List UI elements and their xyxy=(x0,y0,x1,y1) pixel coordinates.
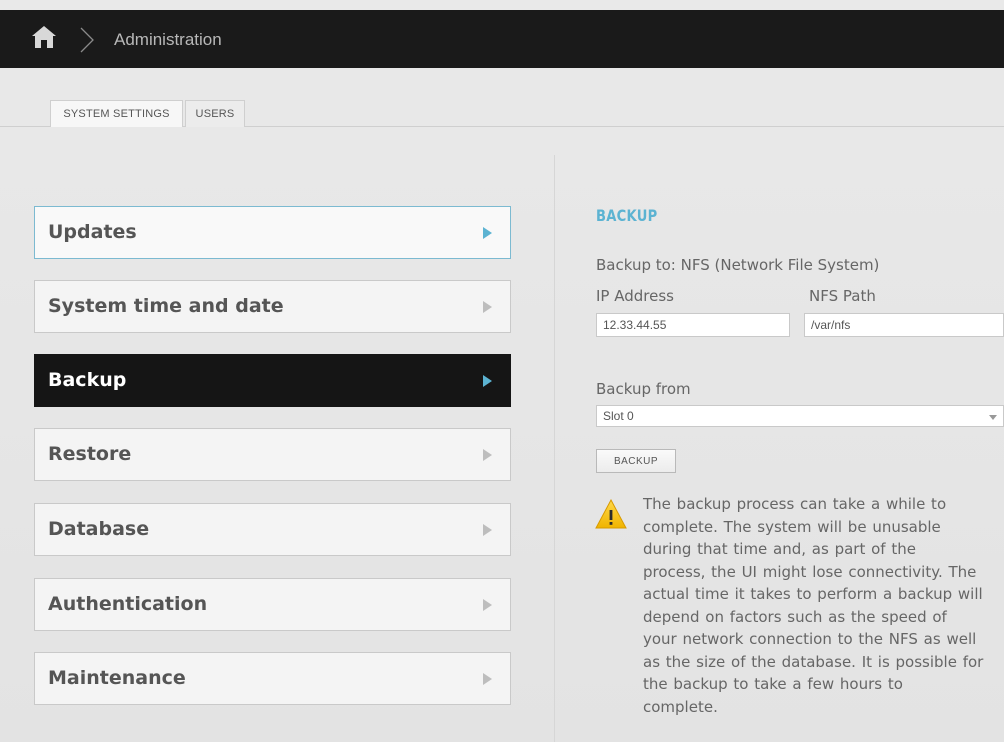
nfs-path-label: NFS Path xyxy=(809,287,876,305)
chevron-down-icon[interactable] xyxy=(989,415,997,420)
chevron-right-icon xyxy=(483,673,492,685)
menu-item-label: Database xyxy=(48,518,150,540)
tab-users[interactable]: USERS xyxy=(185,100,245,127)
menu-item-maintenance[interactable]: Maintenance xyxy=(34,652,511,705)
warning-line: process, the UI might lose connectivity.… xyxy=(643,562,977,581)
ip-address-input[interactable]: 12.33.44.55 xyxy=(596,313,790,337)
backup-destination-text: Backup to: NFS (Network File System) xyxy=(596,256,880,274)
chevron-right-icon xyxy=(80,27,94,53)
menu-item-authentication[interactable]: Authentication xyxy=(34,578,511,631)
chevron-right-icon xyxy=(483,227,492,239)
tab-system-settings[interactable]: SYSTEM SETTINGS xyxy=(50,100,183,127)
panel-divider xyxy=(554,155,555,742)
backup-button[interactable]: BACKUP xyxy=(596,449,676,473)
chevron-right-icon xyxy=(483,449,492,461)
menu-item-updates[interactable]: Updates xyxy=(34,206,511,259)
top-bar: Administration xyxy=(0,10,1004,68)
menu-item-label: Updates xyxy=(48,221,137,243)
menu-item-label: System time and date xyxy=(48,295,284,317)
tab-bar: SYSTEM SETTINGS USERS xyxy=(0,100,1004,127)
chevron-right-icon xyxy=(483,524,492,536)
menu-item-label: Backup xyxy=(48,369,127,391)
menu-item-restore[interactable]: Restore xyxy=(34,428,511,481)
warning-line: complete. xyxy=(643,697,718,716)
menu-item-database[interactable]: Database xyxy=(34,503,511,556)
warning-line: during that time and, as part of the xyxy=(643,540,916,558)
chevron-right-icon xyxy=(483,301,492,313)
warning-line: actual time it takes to perform a backup… xyxy=(643,585,983,603)
backup-from-select[interactable]: Slot 0 xyxy=(596,405,1004,427)
menu-item-label: Restore xyxy=(48,443,132,465)
backup-from-value: Slot 0 xyxy=(603,409,634,423)
home-icon[interactable] xyxy=(32,26,56,48)
warning-line: the backup to take a few hours to xyxy=(643,675,903,693)
backup-from-label: Backup from xyxy=(596,380,691,398)
warning-line: as the size of the database. It is possi… xyxy=(643,652,984,671)
section-title: BACKUP xyxy=(596,206,658,225)
warning-message: The backup process can take a while to c… xyxy=(643,493,1004,718)
chevron-right-icon xyxy=(483,375,492,387)
chevron-right-icon xyxy=(483,599,492,611)
menu-item-backup[interactable]: Backup xyxy=(34,354,511,407)
warning-line: depend on factors such as the speed of xyxy=(643,607,947,626)
warning-line: complete. The system will be unusable xyxy=(643,517,941,536)
ip-address-label: IP Address xyxy=(596,287,674,305)
menu-item-label: Authentication xyxy=(48,593,208,615)
nfs-path-input[interactable]: /var/nfs xyxy=(804,313,1004,337)
warning-icon xyxy=(595,499,627,529)
menu-item-label: Maintenance xyxy=(48,667,186,689)
warning-line: your network connection to the NFS as we… xyxy=(643,630,977,648)
breadcrumb-title: Administration xyxy=(114,30,222,49)
menu-item-system-time[interactable]: System time and date xyxy=(34,280,511,333)
warning-line: The backup process can take a while to xyxy=(643,495,947,513)
